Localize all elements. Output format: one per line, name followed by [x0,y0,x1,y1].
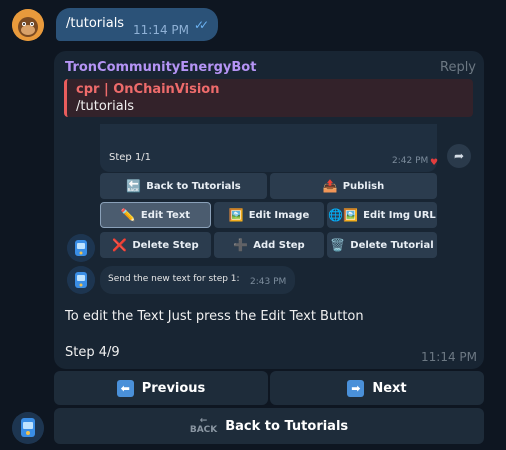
message-body-line: To edit the Text Just press the Edit Tex… [65,309,364,324]
embedded-button-delete-tutorial: 🗑️ Delete Tutorial [327,232,437,258]
forward-icon[interactable]: ➦ [447,144,471,168]
arrow-left-icon: ⬅ [116,379,134,397]
heart-icon: ♥ [430,158,439,168]
bot-avatar[interactable] [12,412,44,444]
outgoing-message-text: /tutorials [66,16,125,31]
embedded-button-publish: 📤 Publish [270,173,437,199]
embedded-bot-avatar [67,266,95,294]
embedded-time: 2:42 PM [392,156,429,166]
embedded-message: Step 1/1 2:42 PM ♥ [100,124,439,172]
double-check-icon: ✓✓ [194,18,209,32]
pencil-icon: ✏️ [120,208,136,222]
next-button-label: Next [372,380,407,396]
embedded-button-edit-text: ✏️ Edit Text [100,202,211,228]
embedded-button-label: Edit Image [248,209,310,221]
embedded-button-label: Publish [342,180,385,192]
embedded-button-label: Add Step [253,239,305,251]
user-avatar[interactable] [12,9,44,41]
previous-button-label: Previous [141,380,206,396]
cross-icon: ❌ [112,238,128,252]
embedded-button-edit-image: 🖼️ Edit Image [214,202,324,228]
arrow-right-icon: ➡ [347,379,365,397]
embedded-reply-message: Send the new text for step 1: 2:43 PM [100,266,295,294]
embedded-bot-avatar [67,234,95,262]
back-icon-text: BACK [189,425,218,435]
embedded-step-label: Step 1/1 [109,152,152,163]
plus-icon: ➕ [233,238,249,252]
embedded-button-add-step: ➕ Add Step [214,232,324,258]
message-step-label: Step 4/9 [65,345,120,360]
back-to-tutorials-button[interactable]: ← BACK Back to Tutorials [54,408,484,444]
quote-author: cpr | OnChainVision [76,82,220,97]
quoted-reply[interactable]: cpr | OnChainVision /tutorials [64,79,473,117]
embedded-reply-time: 2:43 PM [250,277,287,287]
message-time: 11:14 PM [421,350,477,364]
globe-picture-icon: 🌐🖼️ [328,208,359,222]
embedded-button-label: Delete Tutorial [350,239,434,251]
embedded-button-label: Delete Step [132,239,199,251]
back-arrow-icon: ← BACK [189,416,218,435]
embedded-button-label: Edit Img URL [363,209,436,221]
embedded-button-back: 🔙 Back to Tutorials [100,173,267,199]
embedded-button-delete-step: ❌ Delete Step [100,232,211,258]
sender-name[interactable]: TronCommunityEnergyBot [65,60,256,75]
picture-icon: 🖼️ [228,208,244,222]
outgoing-message-time: 11:14 PM [133,23,189,37]
back-to-tutorials-label: Back to Tutorials [225,418,349,434]
previous-button[interactable]: ⬅ Previous [54,371,268,405]
back-arrow-icon: 🔙 [126,179,142,193]
reply-button[interactable]: Reply [440,60,476,75]
outbox-icon: 📤 [322,179,338,193]
embedded-button-label: Edit Text [140,209,191,221]
outgoing-message[interactable]: /tutorials 11:14 PM ✓✓ [56,8,218,41]
embedded-button-label: Back to Tutorials [146,180,241,192]
quote-text: /tutorials [76,99,135,114]
embedded-button-edit-img-url: 🌐🖼️ Edit Img URL [327,202,437,228]
embedded-reply-text: Send the new text for step 1: [108,274,240,284]
trash-icon: 🗑️ [330,238,346,252]
next-button[interactable]: ➡ Next [270,371,484,405]
